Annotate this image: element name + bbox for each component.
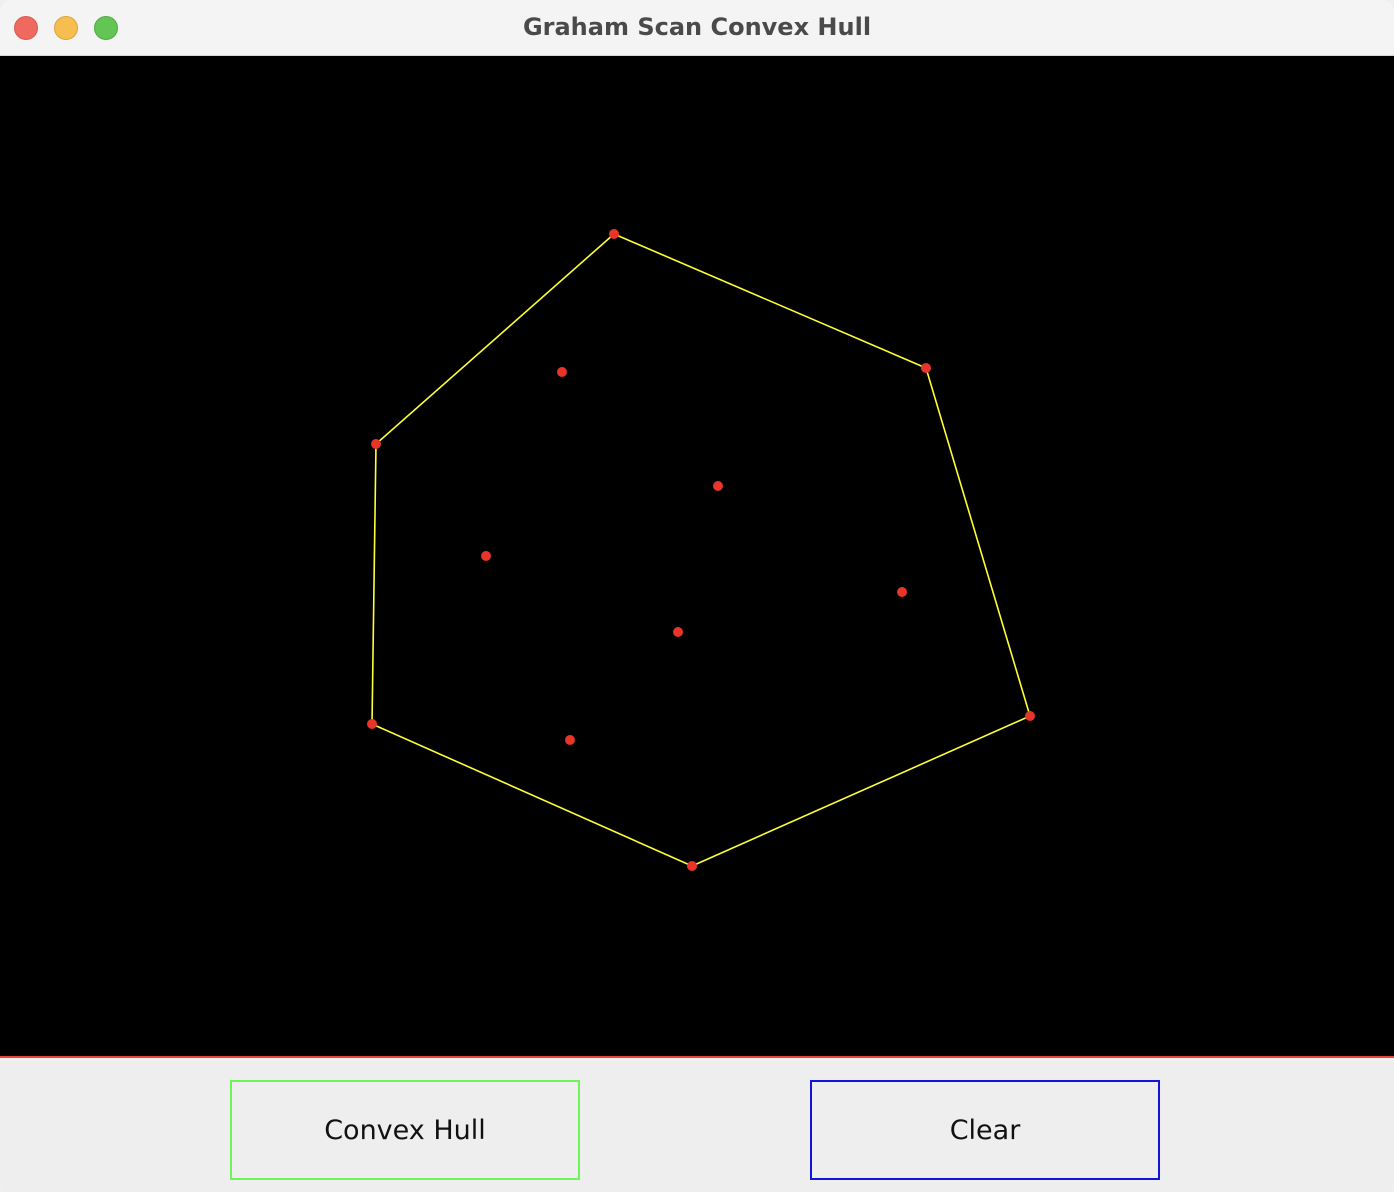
point (609, 229, 619, 239)
hull-edge (371, 443, 377, 725)
window-title: Graham Scan Convex Hull (522, 13, 872, 41)
point (367, 719, 377, 729)
point (921, 363, 931, 373)
point (673, 627, 683, 637)
hull-edge (613, 233, 927, 369)
hull-edge (691, 715, 1031, 867)
point (565, 735, 575, 745)
clear-button[interactable]: Clear (810, 1080, 1160, 1180)
hull-edge (375, 233, 615, 445)
point (687, 861, 697, 871)
canvas-svg[interactable] (0, 56, 1394, 1056)
point (713, 481, 723, 491)
app-window: Graham Scan Convex Hull Convex Hull Clea… (0, 0, 1394, 1192)
point (481, 551, 491, 561)
drawing-canvas[interactable] (0, 56, 1394, 1056)
button-bar: Convex Hull Clear (0, 1058, 1394, 1192)
point (371, 439, 381, 449)
point (1025, 711, 1035, 721)
points-layer (367, 229, 1035, 871)
point (557, 367, 567, 377)
convex-hull-button[interactable]: Convex Hull (230, 1080, 580, 1180)
point (897, 587, 907, 597)
hull-edge (371, 723, 693, 867)
hull-edge (925, 367, 1031, 717)
title-bar: Graham Scan Convex Hull (0, 0, 1394, 56)
hull-layer (371, 233, 1031, 867)
